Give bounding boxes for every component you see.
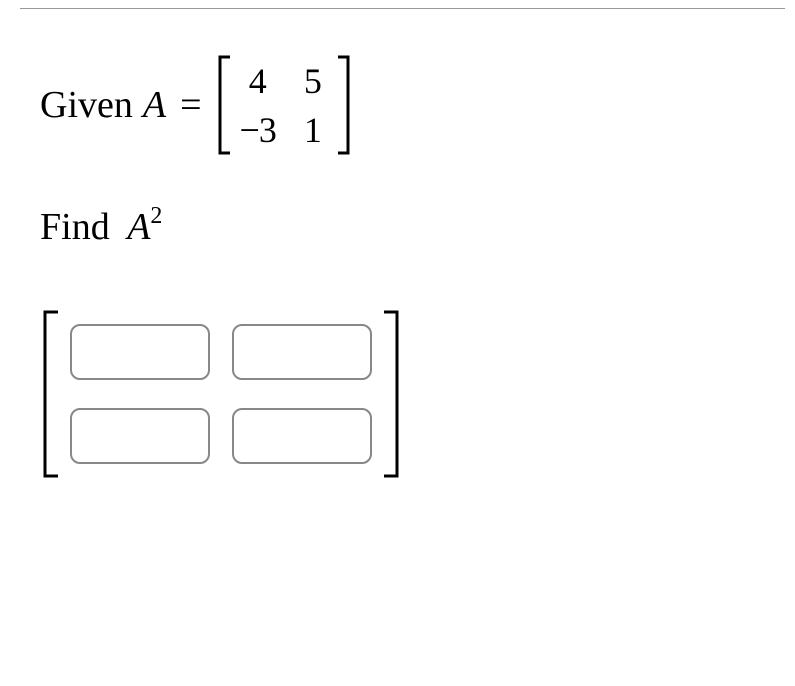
answer-input-r2c1[interactable] [70,408,210,464]
problem-body: Given A = 4 5 −3 1 Find A2 [0,0,795,534]
matrix-cell-r2c2: 1 [298,109,328,151]
answer-input-r2c2[interactable] [232,408,372,464]
left-bracket-icon [40,309,62,479]
target-variable: A [127,206,150,248]
exponent: 2 [150,203,162,229]
answer-matrix [40,309,755,479]
matrix-cells: 4 5 −3 1 [234,55,334,155]
answer-cells [62,309,380,479]
right-bracket-icon [380,309,402,479]
right-bracket-icon [334,55,352,155]
find-label: Find [40,206,110,248]
given-line: Given A = 4 5 −3 1 [40,55,755,155]
variable-A: A [143,83,166,127]
divider [20,8,785,9]
left-bracket-icon [216,55,234,155]
matrix-cell-r2c1: −3 [240,109,276,151]
matrix-A: 4 5 −3 1 [216,55,352,155]
find-line: Find A2 [40,205,755,249]
answer-input-r1c2[interactable] [232,324,372,380]
given-label: Given [40,83,133,127]
matrix-cell-r1c1: 4 [240,60,276,102]
matrix-cell-r1c2: 5 [298,60,328,102]
equals-sign: = [180,83,201,127]
answer-input-r1c1[interactable] [70,324,210,380]
